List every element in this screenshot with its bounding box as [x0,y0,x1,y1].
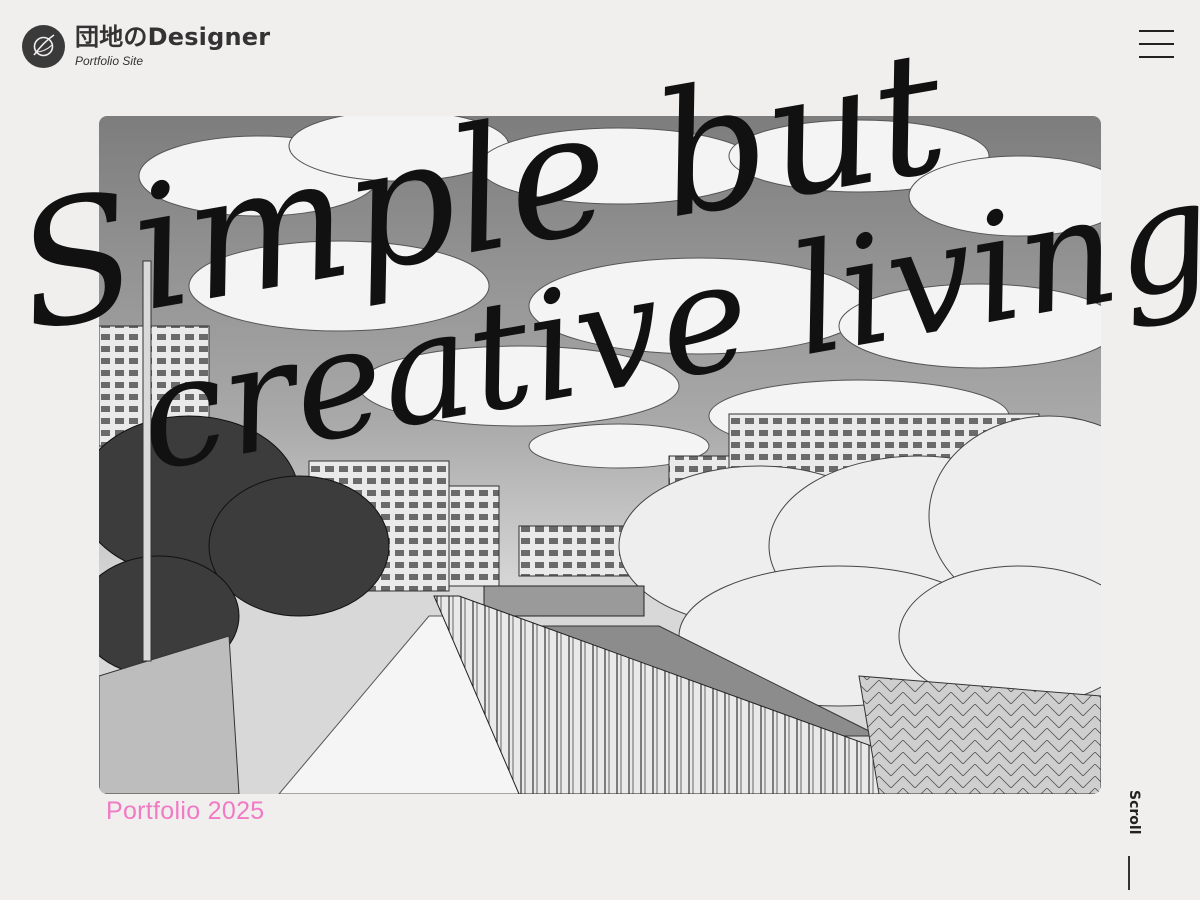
brand[interactable]: 団地のDesigner Portfolio Site [22,24,270,68]
site-subtitle: Portfolio Site [75,54,144,68]
brand-text: 団地のDesigner Portfolio Site [75,24,270,68]
menu-bar [1139,30,1174,32]
portfolio-year-caption: Portfolio 2025 [106,797,265,825]
site-title: 団地のDesigner [75,23,271,51]
scroll-indicator-line [1128,856,1130,890]
menu-bar [1139,56,1174,58]
menu-bar [1139,43,1174,45]
scroll-indicator-label[interactable]: Scroll [1118,790,1142,840]
hero-image [99,116,1101,794]
signature-logo-icon [22,24,65,68]
hamburger-menu-icon[interactable] [1139,30,1174,58]
